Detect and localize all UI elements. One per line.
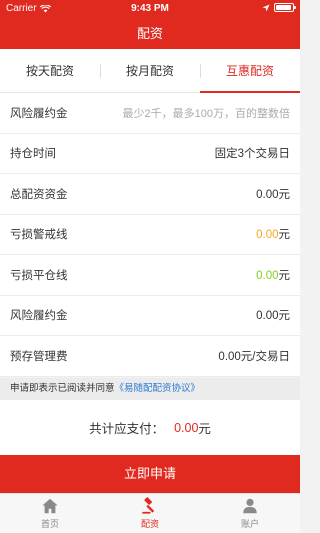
- gavel-icon: [142, 497, 154, 514]
- tab-bar: 按天配资 按月配资 互惠配资: [0, 49, 300, 93]
- management-fee-value: 0.00元/交易日: [218, 350, 290, 363]
- total-area: 共计应支付： 0.00 元: [0, 400, 300, 455]
- warning-line-amount: 0.00: [256, 229, 279, 242]
- agreement-notice: 申请即表示已阅读并同意《易随配配资协议》: [0, 378, 300, 400]
- liquidation-line-label: 亏损平仓线: [10, 269, 68, 282]
- status-time: 9:43 PM: [131, 3, 169, 14]
- deposit-input[interactable]: 最少2千，最多100万，百的整数倍: [123, 105, 290, 121]
- battery-icon: [274, 3, 296, 12]
- risk-deposit-value: 0.00元: [256, 310, 290, 323]
- total-amount: 0.00: [174, 420, 199, 435]
- tab-label: 互惠配资: [225, 64, 274, 78]
- status-bar: Carrier 9:43 PM: [0, 0, 300, 18]
- form: 风险履约金 最少2千，最多100万，百的整数倍 持仓时间 固定3个交易日 总配资…: [0, 93, 300, 377]
- tab-label: 按天配资: [25, 64, 74, 78]
- tab-divider: [200, 64, 201, 78]
- page-title: 配资: [136, 26, 163, 41]
- deposit-row[interactable]: 风险履约金 最少2千，最多100万，百的整数倍: [0, 93, 300, 134]
- total-unit: 元: [198, 422, 211, 436]
- total-label: 共计应支付：: [89, 422, 165, 436]
- tab-label: 按月配资: [125, 64, 174, 78]
- warning-line-value: 0.00元: [256, 226, 290, 242]
- warning-line-unit: 元: [278, 229, 291, 242]
- location-icon: [262, 4, 270, 11]
- bottom-tab-label: 首页: [40, 519, 59, 529]
- liquidation-line-row: 亏损平仓线 0.00元: [0, 255, 300, 296]
- tab-daily[interactable]: 按天配资: [0, 49, 100, 92]
- home-icon: [42, 498, 58, 514]
- warning-line-label: 亏损警戒线: [10, 229, 68, 242]
- bottom-tab-bar: 首页 配资 账户: [0, 493, 300, 533]
- liquidation-line-unit: 元: [278, 269, 291, 282]
- warning-line-row: 亏损警戒线 0.00元: [0, 215, 300, 255]
- total-funds-value: 0.00元: [256, 188, 290, 201]
- apply-button[interactable]: 立即申请: [0, 455, 300, 493]
- bottom-tab-account[interactable]: 账户: [200, 494, 300, 533]
- total-funds-row: 总配资资金 0.00元: [0, 174, 300, 215]
- user-icon: [243, 498, 257, 514]
- duration-value: 固定3个交易日: [214, 148, 290, 161]
- status-right-group: [262, 3, 296, 12]
- bottom-tab-funding[interactable]: 配资: [100, 494, 200, 533]
- agreement-link[interactable]: 《易随配配资协议》: [115, 383, 201, 394]
- risk-deposit-row: 风险履约金 0.00元: [0, 296, 300, 336]
- liquidation-line-amount: 0.00: [256, 269, 279, 282]
- tab-monthly[interactable]: 按月配资: [100, 49, 200, 92]
- bottom-tab-label: 账户: [240, 519, 259, 529]
- duration-row: 持仓时间 固定3个交易日: [0, 134, 300, 174]
- liquidation-line-value: 0.00元: [256, 267, 290, 283]
- duration-label: 持仓时间: [10, 148, 56, 161]
- deposit-label: 风险履约金: [10, 107, 68, 120]
- nav-bar: 配资: [0, 18, 300, 49]
- bottom-tab-label: 配资: [140, 519, 159, 529]
- tab-divider: [100, 64, 101, 78]
- management-fee-row: 预存管理费 0.00元/交易日: [0, 336, 300, 377]
- total-funds-label: 总配资资金: [10, 188, 68, 201]
- agreement-text: 申请即表示已阅读并同意: [10, 383, 115, 394]
- management-fee-label: 预存管理费: [10, 350, 68, 363]
- bottom-tab-home[interactable]: 首页: [0, 494, 100, 533]
- tab-mutual[interactable]: 互惠配资: [200, 49, 300, 93]
- risk-deposit-label: 风险履约金: [10, 310, 68, 323]
